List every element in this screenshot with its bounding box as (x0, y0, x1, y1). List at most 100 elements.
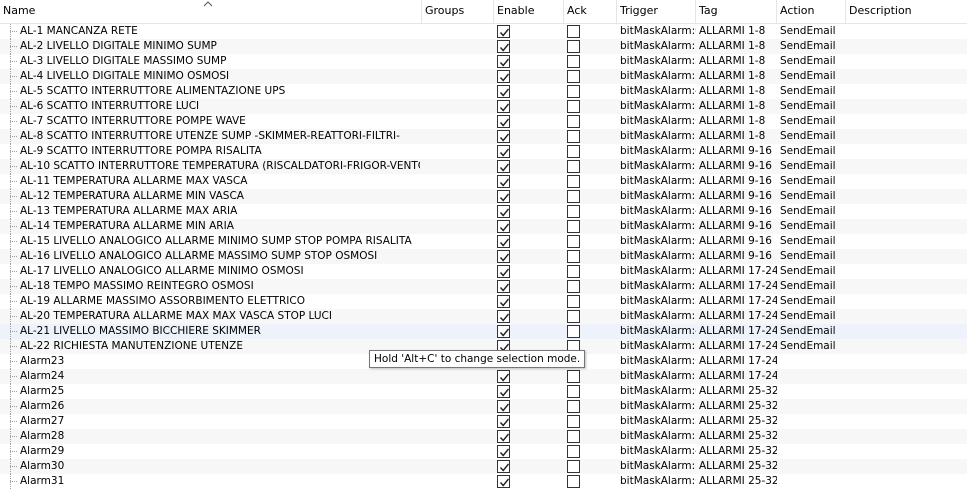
table-row[interactable]: AL-9 SCATTO INTERRUTTORE POMPA RISALITA b… (0, 144, 967, 159)
table-row[interactable]: Alarm25 bitMaskAlarm:0 ALLARMI 25-32 (0, 384, 967, 399)
table-row[interactable]: AL-20 TEMPERATURA ALLARME MAX MAX VASCA … (0, 309, 967, 324)
enable-checkbox[interactable] (497, 205, 510, 218)
tree-branch (10, 121, 17, 122)
ack-checkbox[interactable] (567, 430, 580, 443)
table-row[interactable]: AL-8 SCATTO INTERRUTTORE UTENZE SUMP -SK… (0, 129, 967, 144)
table-row[interactable]: AL-7 SCATTO INTERRUTTORE POMPE WAVE bitMa… (0, 114, 967, 129)
table-row[interactable]: AL-14 TEMPERATURA ALLARME MIN ARIA bitMas… (0, 219, 967, 234)
enable-checkbox[interactable] (497, 85, 510, 98)
enable-checkbox[interactable] (497, 295, 510, 308)
alarm-action: SendEmail (780, 115, 836, 127)
enable-checkbox[interactable] (497, 145, 510, 158)
ack-checkbox[interactable] (567, 460, 580, 473)
ack-checkbox[interactable] (567, 160, 580, 173)
ack-checkbox[interactable] (567, 205, 580, 218)
ack-checkbox[interactable] (567, 235, 580, 248)
enable-checkbox[interactable] (497, 325, 510, 338)
ack-checkbox[interactable] (567, 310, 580, 323)
enable-checkbox[interactable] (497, 415, 510, 428)
enable-checkbox[interactable] (497, 430, 510, 443)
table-row[interactable]: AL-10 SCATTO INTERRUTTORE TEMPERATURA (R… (0, 159, 967, 174)
ack-checkbox[interactable] (567, 220, 580, 233)
table-row[interactable]: AL-5 SCATTO INTERRUTTORE ALIMENTAZIONE U… (0, 84, 967, 99)
enable-checkbox[interactable] (497, 475, 510, 488)
enable-checkbox[interactable] (497, 265, 510, 278)
ack-checkbox[interactable] (567, 145, 580, 158)
column-header-ack[interactable]: Ack (564, 0, 617, 24)
table-row[interactable]: AL-12 TEMPERATURA ALLARME MIN VASCA bitMa… (0, 189, 967, 204)
enable-checkbox[interactable] (497, 70, 510, 83)
table-row[interactable]: Alarm27 bitMaskAlarm:2 ALLARMI 25-32 (0, 414, 967, 429)
ack-checkbox[interactable] (567, 445, 580, 458)
column-header-description[interactable]: Description (846, 0, 967, 24)
ack-checkbox[interactable] (567, 85, 580, 98)
table-row[interactable]: Alarm26 bitMaskAlarm:1 ALLARMI 25-32 (0, 399, 967, 414)
enable-checkbox[interactable] (497, 55, 510, 68)
table-row[interactable]: AL-11 TEMPERATURA ALLARME MAX VASCA bitMa… (0, 174, 967, 189)
alarm-tag: ALLARMI 25-32 (699, 460, 777, 472)
enable-checkbox[interactable] (497, 190, 510, 203)
enable-checkbox[interactable] (497, 40, 510, 53)
enable-checkbox[interactable] (497, 280, 510, 293)
ack-checkbox[interactable] (567, 280, 580, 293)
enable-checkbox[interactable] (497, 115, 510, 128)
enable-checkbox[interactable] (497, 445, 510, 458)
table-row[interactable]: Alarm29 bitMaskAlarm:4 ALLARMI 25-32 (0, 444, 967, 459)
table-row[interactable]: Alarm31 bitMaskAlarm:6 ALLARMI 25-32 (0, 474, 967, 489)
enable-checkbox[interactable] (497, 25, 510, 38)
ack-checkbox[interactable] (567, 55, 580, 68)
column-header-groups[interactable]: Groups (422, 0, 494, 24)
ack-checkbox[interactable] (567, 40, 580, 53)
table-row[interactable]: Alarm30 bitMaskAlarm:5 ALLARMI 25-32 (0, 459, 967, 474)
column-header-tag[interactable]: Tag (696, 0, 777, 24)
enable-checkbox[interactable] (497, 175, 510, 188)
table-row[interactable]: AL-16 LIVELLO ANALOGICO ALLARME MASSIMO … (0, 249, 967, 264)
enable-checkbox[interactable] (497, 385, 510, 398)
alarm-tag: ALLARMI 9-16 (699, 175, 772, 187)
enable-checkbox[interactable] (497, 250, 510, 263)
ack-checkbox[interactable] (567, 415, 580, 428)
enable-checkbox[interactable] (497, 220, 510, 233)
table-row[interactable]: AL-19 ALLARME MASSIMO ASSORBIMENTO ELETT… (0, 294, 967, 309)
table-row[interactable]: AL-21 LIVELLO MASSIMO BICCHIERE SKIMMER b… (0, 324, 967, 339)
ack-checkbox[interactable] (567, 475, 580, 488)
ack-checkbox[interactable] (567, 370, 580, 383)
table-row[interactable]: AL-1 MANCANZA RETE bitMaskAlarm:0 ALLARMI … (0, 24, 967, 39)
ack-checkbox[interactable] (567, 175, 580, 188)
ack-checkbox[interactable] (567, 115, 580, 128)
alarm-action: SendEmail (780, 265, 836, 277)
ack-checkbox[interactable] (567, 190, 580, 203)
ack-checkbox[interactable] (567, 25, 580, 38)
table-row[interactable]: AL-18 TEMPO MASSIMO REINTEGRO OSMOSI bitM… (0, 279, 967, 294)
enable-checkbox[interactable] (497, 400, 510, 413)
enable-checkbox[interactable] (497, 100, 510, 113)
table-row[interactable]: AL-3 LIVELLO DIGITALE MASSIMO SUMP bitMas… (0, 54, 967, 69)
ack-checkbox[interactable] (567, 70, 580, 83)
table-row[interactable]: AL-17 LIVELLO ANALOGICO ALLARME MINIMO O… (0, 264, 967, 279)
enable-checkbox[interactable] (497, 310, 510, 323)
table-row[interactable]: Alarm24 bitMaskAlarm:7 ALLARMI 17-24 (0, 369, 967, 384)
ack-checkbox[interactable] (567, 130, 580, 143)
table-row[interactable]: AL-2 LIVELLO DIGITALE MINIMO SUMP bitMask… (0, 39, 967, 54)
column-header-trigger[interactable]: Trigger (617, 0, 696, 24)
ack-checkbox[interactable] (567, 295, 580, 308)
column-header-enable[interactable]: Enable (494, 0, 564, 24)
enable-checkbox[interactable] (497, 235, 510, 248)
alarm-name: AL-6 SCATTO INTERRUTTORE LUCI (20, 100, 200, 112)
ack-checkbox[interactable] (567, 325, 580, 338)
ack-checkbox[interactable] (567, 385, 580, 398)
ack-checkbox[interactable] (567, 250, 580, 263)
column-header-action[interactable]: Action (777, 0, 846, 24)
enable-checkbox[interactable] (497, 130, 510, 143)
ack-checkbox[interactable] (567, 400, 580, 413)
table-row[interactable]: AL-4 LIVELLO DIGITALE MINIMO OSMOSI bitMa… (0, 69, 967, 84)
enable-checkbox[interactable] (497, 460, 510, 473)
table-row[interactable]: AL-6 SCATTO INTERRUTTORE LUCI bitMaskAlar… (0, 99, 967, 114)
table-row[interactable]: AL-15 LIVELLO ANALOGICO ALLARME MINIMO S… (0, 234, 967, 249)
enable-checkbox[interactable] (497, 370, 510, 383)
ack-checkbox[interactable] (567, 265, 580, 278)
table-row[interactable]: Alarm28 bitMaskAlarm:3 ALLARMI 25-32 (0, 429, 967, 444)
table-row[interactable]: AL-13 TEMPERATURA ALLARME MAX ARIA bitMas… (0, 204, 967, 219)
enable-checkbox[interactable] (497, 160, 510, 173)
ack-checkbox[interactable] (567, 100, 580, 113)
